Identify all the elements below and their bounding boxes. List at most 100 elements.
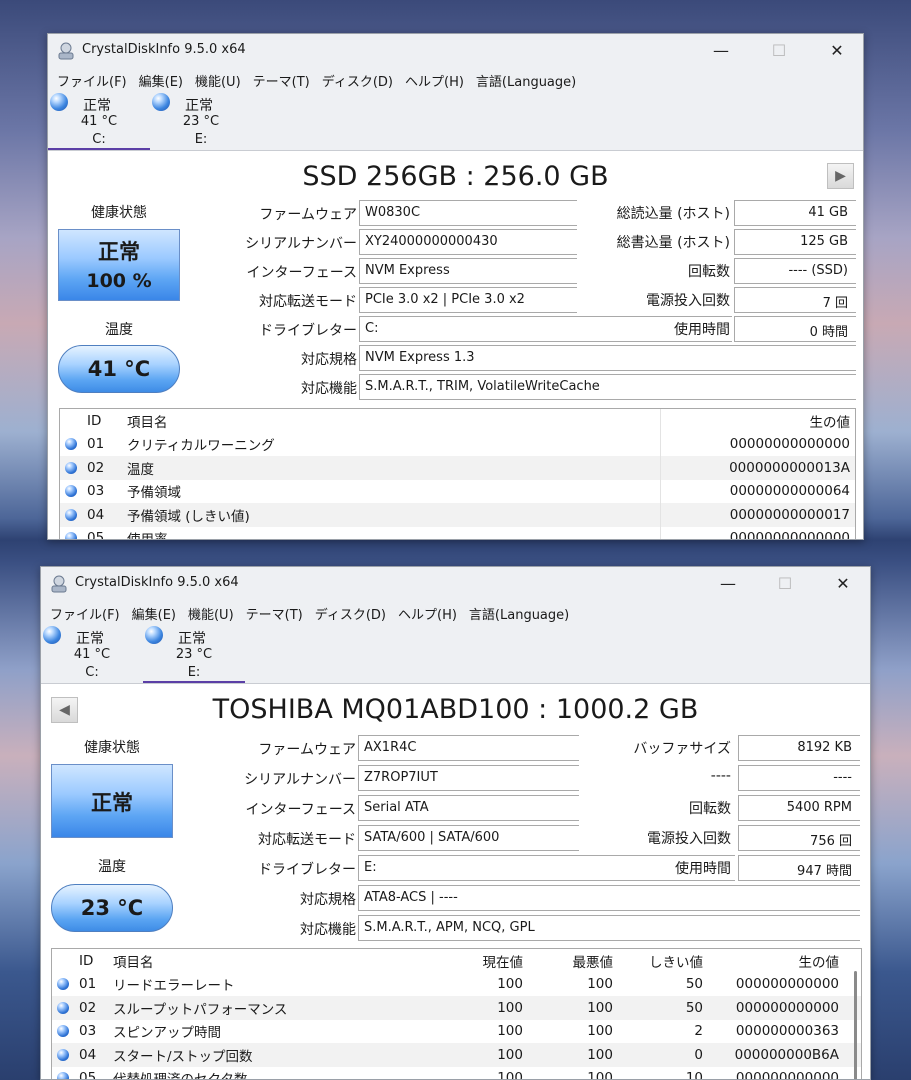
minimize-button[interactable]: — (698, 37, 744, 65)
table-row[interactable]: 04 予備領域 (しきい値) 00000000000017 (60, 503, 855, 527)
standard-value: ATA8-ACS | ---- (358, 885, 860, 911)
title-bar[interactable]: CrystalDiskInfo 9.5.0 x64 — ☐ ✕ (41, 567, 870, 600)
smart-name: スピンアップ時間 (113, 1025, 221, 1042)
drive-tab-c[interactable]: 正常 41 °C C: (41, 626, 143, 683)
drive-temp: 23 °C (175, 647, 213, 662)
smart-worst: 100 (528, 996, 618, 1020)
standard-label: 対応規格 (301, 352, 357, 368)
minimize-button[interactable]: — (705, 570, 751, 598)
smart-raw: 000000000363 (735, 1023, 839, 1040)
menu-bar: ファイル(F) 編集(E) 機能(U) テーマ(T) ディスク(D) ヘルプ(H… (41, 600, 870, 624)
previous-disk-button[interactable]: ◀ (51, 697, 78, 723)
serial-label: シリアルナンバー (244, 772, 356, 788)
firmware-value: AX1R4C (358, 735, 579, 761)
interface-value: NVM Express (359, 258, 577, 284)
table-row[interactable]: 05 代替処理済のセクタ数 100 100 10 000000000000 (52, 1067, 861, 1080)
transfer-value: SATA/600 | SATA/600 (358, 825, 579, 851)
right-value-4: 756 回 (738, 825, 860, 851)
menu-file[interactable]: ファイル(F) (54, 67, 136, 91)
smart-current: 100 (497, 1023, 523, 1040)
smart-current: 100 (497, 1070, 523, 1080)
health-status-box[interactable]: 正常 100 % (58, 229, 180, 301)
right-label-3: 回転数 (689, 801, 731, 817)
menu-help[interactable]: ヘルプ(H) (395, 600, 466, 624)
vertical-scrollbar[interactable] (854, 971, 857, 1079)
smart-header-status (52, 949, 74, 973)
table-row[interactable]: 03 スピンアップ時間 100 100 2 000000000363 (52, 1020, 861, 1044)
smart-id: 05 (79, 1070, 97, 1080)
drive-temp: 41 °C (80, 114, 118, 129)
health-label: 健康状態 (84, 740, 140, 756)
drive-tab-c[interactable]: 正常 41 °C C: (48, 93, 150, 150)
smart-header-raw[interactable]: 生の値 (659, 409, 855, 433)
smart-header-name[interactable]: 項目名 (108, 949, 438, 973)
serial-label: シリアルナンバー (245, 236, 357, 252)
smart-id: 04 (74, 1043, 108, 1067)
drive-tab-e[interactable]: 正常 23 °C E: (143, 626, 245, 683)
smart-header-current[interactable]: 現在値 (438, 949, 528, 973)
smart-header-id[interactable]: ID (74, 949, 108, 973)
close-button[interactable]: ✕ (814, 37, 860, 65)
table-row[interactable]: 01 クリティカルワーニング 00000000000000 (60, 432, 855, 456)
menu-theme[interactable]: テーマ(T) (243, 600, 312, 624)
table-row[interactable]: 03 予備領域 00000000000064 (60, 479, 855, 503)
smart-name: リードエラーレート (113, 978, 235, 995)
menu-language[interactable]: 言語(Language) (466, 600, 578, 624)
menu-function[interactable]: 機能(U) (185, 600, 243, 624)
maximize-button[interactable]: ☐ (756, 37, 802, 65)
maximize-button[interactable]: ☐ (762, 570, 808, 598)
window-title: CrystalDiskInfo 9.5.0 x64 (75, 575, 239, 590)
smart-header-worst[interactable]: 最悪値 (528, 949, 618, 973)
right-label-4: 電源投入回数 (646, 293, 730, 309)
status-good-icon (152, 93, 170, 111)
drive-status: 正常 (185, 98, 213, 114)
smart-header-threshold[interactable]: しきい値 (618, 949, 708, 973)
menu-language[interactable]: 言語(Language) (473, 67, 585, 91)
next-disk-button[interactable]: ▶ (827, 163, 854, 189)
drive-tab-bar: 正常 41 °C C: 正常 23 °C E: (41, 624, 870, 684)
smart-id: 05 (87, 530, 105, 540)
right-label-5: 使用時間 (675, 861, 731, 877)
menu-theme[interactable]: テーマ(T) (250, 67, 319, 91)
menu-disk[interactable]: ディスク(D) (319, 67, 402, 91)
smart-id: 03 (79, 1023, 97, 1040)
health-status: 正常 (91, 791, 133, 815)
health-status-box[interactable]: 正常 (51, 764, 173, 838)
menu-file[interactable]: ファイル(F) (47, 600, 129, 624)
smart-name: スループットパフォーマンス (108, 996, 438, 1020)
firmware-label: ファームウェア (259, 207, 357, 223)
smart-table[interactable]: ID 項目名 現在値 最悪値 しきい値 生の値 01 リードエラーレート 100… (51, 948, 862, 1080)
table-row[interactable]: 02 スループットパフォーマンス 100 100 50 000000000000 (52, 996, 861, 1020)
window-title: CrystalDiskInfo 9.5.0 x64 (82, 42, 246, 57)
smart-table[interactable]: ID 項目名 生の値 01 クリティカルワーニング 00000000000000… (59, 408, 856, 540)
smart-worst: 100 (587, 976, 613, 993)
drive-temp: 23 °C (182, 114, 220, 129)
drive-tab-e[interactable]: 正常 23 °C E: (150, 93, 252, 150)
interface-value: Serial ATA (358, 795, 579, 821)
status-good-icon (65, 438, 77, 451)
menu-edit[interactable]: 編集(E) (129, 600, 185, 624)
table-row[interactable]: 02 温度 0000000000013A (60, 456, 855, 480)
smart-header-raw[interactable]: 生の値 (708, 949, 861, 973)
app-icon (58, 42, 74, 60)
table-row[interactable]: 01 リードエラーレート 100 100 50 000000000000 (52, 973, 861, 997)
features-value: S.M.A.R.T., APM, NCQ, GPL (358, 915, 860, 941)
table-row[interactable]: 05 使用率 00000000000000 (60, 526, 855, 540)
table-row[interactable]: 04 スタート/ストップ回数 100 100 0 000000000B6A (52, 1043, 861, 1067)
disk-model-title: TOSHIBA MQ01ABD100 : 1000.2 GB (212, 694, 699, 725)
smart-header-id[interactable]: ID (82, 409, 122, 433)
smart-raw: 00000000000064 (659, 479, 855, 503)
status-good-icon (57, 1048, 69, 1061)
temperature-value: 41 °C (58, 345, 180, 393)
menu-function[interactable]: 機能(U) (192, 67, 250, 91)
menu-edit[interactable]: 編集(E) (136, 67, 192, 91)
right-value-3: 5400 RPM (738, 795, 860, 821)
menu-help[interactable]: ヘルプ(H) (402, 67, 473, 91)
features-label: 対応機能 (300, 922, 356, 938)
health-label: 健康状態 (91, 205, 147, 221)
smart-header-name[interactable]: 項目名 (122, 409, 660, 433)
menu-disk[interactable]: ディスク(D) (312, 600, 395, 624)
smart-id: 03 (87, 483, 105, 500)
close-button[interactable]: ✕ (820, 570, 866, 598)
title-bar[interactable]: CrystalDiskInfo 9.5.0 x64 — ☐ ✕ (48, 34, 863, 67)
